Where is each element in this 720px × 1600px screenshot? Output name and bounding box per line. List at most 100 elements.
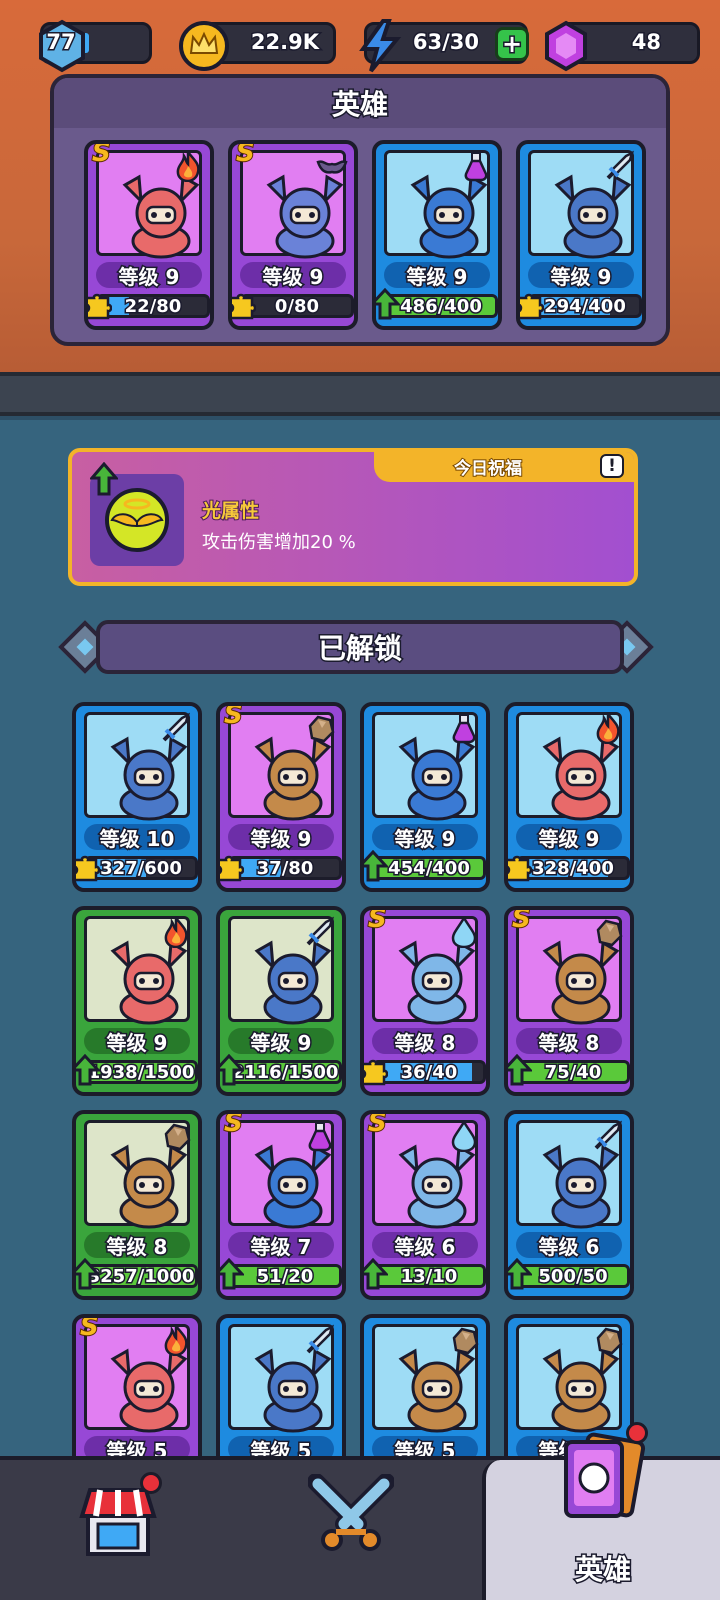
player-level-bar[interactable]: 77 — [39, 19, 152, 73]
lightning-icon — [359, 19, 402, 73]
upgrade-arrow-icon — [220, 1054, 244, 1086]
potion-element-icon — [452, 714, 476, 744]
unlocked-hero-card[interactable]: 等级 9 2116/1500 — [216, 906, 346, 1096]
gold-amount: 22.9K — [249, 29, 320, 56]
puzzle-piece-icon — [508, 855, 532, 882]
hero-level-label: 等级 8 — [516, 1028, 622, 1056]
blessing-tag-label: 今日祝福 — [453, 458, 523, 480]
battle-tab[interactable] — [307, 1473, 395, 1560]
puzzle-piece-icon — [520, 293, 544, 320]
unlocked-hero-card[interactable]: 等级 10 327/600 — [72, 702, 202, 892]
puzzle-piece-icon — [76, 855, 100, 882]
energy-counter[interactable]: 63/30 + — [359, 19, 529, 73]
unlocked-hero-card[interactable]: S 等级 7 51/20 — [216, 1110, 346, 1300]
fire-element-icon — [164, 916, 188, 948]
shard-count: 36/40 — [399, 1062, 459, 1083]
daily-blessing-panel[interactable]: 今日祝福 ! 光属性 攻击伤害增加20 % — [68, 448, 638, 586]
rank-badge: S — [367, 906, 388, 935]
boost-arrow-icon — [90, 462, 118, 496]
shard-count: 3257/1000 — [87, 1266, 195, 1287]
upgrade-arrow-icon — [76, 1054, 100, 1086]
info-button[interactable]: ! — [600, 454, 624, 478]
heroes-notification-badge — [626, 1422, 648, 1444]
water-element-icon — [451, 1120, 477, 1152]
puzzle-piece-icon — [88, 293, 112, 320]
hero-level-label: 等级 7 — [228, 1232, 334, 1260]
team-hero-card[interactable]: 等级 9 294/400 — [516, 140, 646, 330]
hero-shard-progress: 3257/1000 — [84, 1264, 198, 1288]
rank-badge: S — [367, 1110, 388, 1139]
shard-count: 37/80 — [255, 858, 315, 879]
rock-element-icon — [596, 1327, 623, 1355]
hero-shard-progress: 2116/1500 — [228, 1060, 342, 1084]
hero-level-label: 等级 9 — [228, 1028, 334, 1056]
blessing-tag: 今日祝福 ! — [374, 452, 634, 482]
unlocked-hero-card[interactable]: 等级 5 — [216, 1314, 346, 1460]
blessing-title: 光属性 — [201, 499, 260, 523]
unlocked-hero-card[interactable]: S 等级 8 75/40 — [504, 906, 634, 1096]
blessing-description: 攻击伤害增加20 % — [202, 532, 356, 553]
shard-count: 1938/1500 — [87, 1062, 195, 1083]
unlocked-hero-card[interactable]: S 等级 5 — [72, 1314, 202, 1460]
shard-count: 22/80 — [123, 296, 183, 317]
hero-shard-progress: 37/80 — [228, 856, 342, 880]
sword-element-icon — [606, 150, 634, 180]
unlocked-hero-card[interactable]: S 等级 9 37/80 — [216, 702, 346, 892]
bat-element-icon — [316, 160, 348, 174]
unlocked-hero-grid[interactable]: 等级 10 327/600 S 等级 9 37/80 等级 9 454/400 等级 9 328… — [0, 700, 720, 1460]
unlocked-hero-card[interactable]: 等级 5 — [360, 1314, 490, 1460]
rank-badge: S — [223, 702, 244, 731]
water-element-icon — [451, 916, 477, 948]
upgrade-arrow-icon — [376, 288, 400, 320]
rock-element-icon — [596, 919, 623, 947]
shop-notification-badge — [140, 1472, 162, 1494]
shard-count: 13/10 — [399, 1266, 459, 1287]
hero-level-label: 等级 9 — [84, 1028, 190, 1056]
rank-badge: S — [79, 1314, 100, 1343]
team-hero-card[interactable]: S 等级 9 0/80 — [228, 140, 358, 330]
team-hero-card[interactable]: 等级 9 486/400 — [372, 140, 502, 330]
unlocked-hero-card[interactable]: S 等级 8 36/40 — [360, 906, 490, 1096]
shop-tab[interactable] — [78, 1472, 162, 1562]
hero-level-label: 等级 9 — [228, 824, 334, 852]
hero-level-label: 等级 9 — [384, 262, 490, 290]
crossed-swords-icon — [307, 1473, 395, 1551]
hero-shard-progress: 500/50 — [516, 1264, 630, 1288]
unlocked-hero-card[interactable]: 等级 8 3257/1000 — [72, 1110, 202, 1300]
sword-element-icon — [162, 712, 190, 742]
hero-level-label: 等级 8 — [372, 1028, 478, 1056]
rock-element-icon — [164, 1123, 191, 1151]
heroes-tab[interactable]: 英雄 — [482, 1422, 720, 1600]
purple-gem-icon — [545, 20, 587, 72]
divider-strip — [0, 372, 720, 416]
hero-shard-progress: 1938/1500 — [84, 1060, 198, 1084]
unlocked-hero-card[interactable]: 等级 6 500/50 — [504, 1110, 634, 1300]
upgrade-arrow-icon — [220, 1258, 244, 1290]
team-panel: 英雄 S 等级 9 22/80 S 等级 9 0/80 等级 9 486/400 等级 9 294… — [50, 74, 670, 346]
unlocked-hero-card[interactable]: 等级 9 454/400 — [360, 702, 490, 892]
unlocked-hero-card[interactable]: 等级 9 1938/1500 — [72, 906, 202, 1096]
gold-counter[interactable]: 22.9K — [179, 21, 336, 71]
hero-shard-progress: 327/600 — [84, 856, 198, 880]
add-energy-button[interactable]: + — [495, 27, 529, 61]
upgrade-arrow-icon — [508, 1258, 532, 1290]
unlocked-section-title: 已解锁 — [96, 620, 624, 674]
fire-element-icon — [596, 712, 620, 744]
rock-element-icon — [452, 1327, 479, 1355]
team-card-row: S 等级 9 22/80 S 等级 9 0/80 等级 9 486/400 等级 9 294/40… — [54, 140, 666, 340]
shard-count: 327/600 — [99, 858, 184, 879]
hero-level-label: 等级 6 — [372, 1232, 478, 1260]
player-level: 77 — [45, 29, 77, 56]
gem-amount: 48 — [630, 29, 662, 56]
team-hero-card[interactable]: S 等级 9 22/80 — [84, 140, 214, 330]
unlocked-hero-card[interactable]: 等级 9 328/400 — [504, 702, 634, 892]
hero-level-label: 等级 6 — [516, 1232, 622, 1260]
puzzle-piece-icon — [364, 1059, 388, 1086]
hero-shard-progress: 51/20 — [228, 1264, 342, 1288]
unlocked-hero-card[interactable]: S 等级 6 13/10 — [360, 1110, 490, 1300]
gem-counter[interactable]: 48 — [545, 20, 700, 72]
hero-level-label: 等级 9 — [516, 824, 622, 852]
bottom-navigation: 英雄 — [0, 1422, 720, 1600]
sword-element-icon — [306, 916, 334, 946]
hero-shard-progress: 36/40 — [372, 1060, 486, 1084]
